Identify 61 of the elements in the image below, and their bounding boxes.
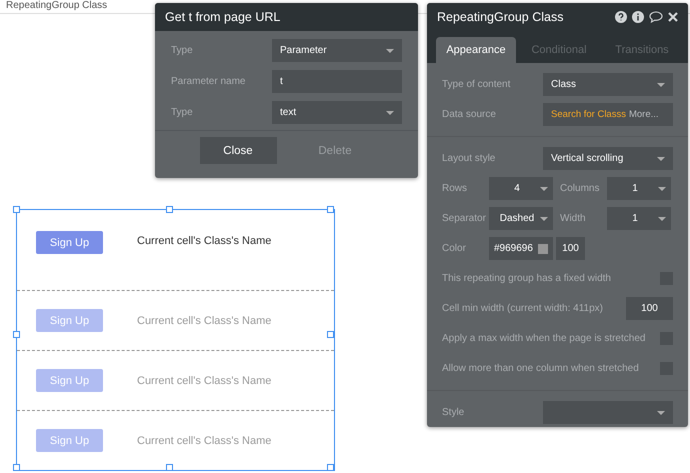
caret-icon (386, 110, 394, 114)
field-label: Type (171, 107, 194, 118)
resize-handle[interactable] (327, 464, 334, 471)
cell-text: Current cell's Class's Name (137, 374, 272, 386)
color-swatch (538, 244, 548, 254)
cell-text: Current cell's Class's Name (137, 234, 272, 247)
caret-icon (657, 410, 665, 414)
resize-handle[interactable] (327, 206, 334, 213)
caret-icon (657, 82, 665, 86)
page-title: RepeatingGroup Class (6, 0, 108, 12)
caret-icon (658, 216, 666, 220)
caret-icon (386, 48, 394, 52)
dialog-button[interactable]: Close (200, 137, 276, 164)
dropdown[interactable]: text (272, 101, 402, 124)
dropdown[interactable]: Parameter (272, 39, 402, 62)
dropdown[interactable]: Class (543, 73, 673, 96)
resize-handle[interactable] (166, 206, 173, 213)
caret-icon (540, 216, 548, 220)
resize-handle[interactable] (166, 464, 173, 471)
field-label: Apply a max width when the page is stretched (442, 333, 646, 344)
field-label: Separator (442, 213, 487, 224)
field-label: This repeating group has a fixed width (442, 273, 612, 284)
number-field[interactable]: 100 (626, 297, 673, 320)
dropdown[interactable]: 1 (607, 177, 671, 200)
comment-icon[interactable] (649, 11, 663, 23)
cell-text: Current cell's Class's Name (137, 434, 272, 446)
field-label: Parameter name (171, 76, 246, 87)
field-label: Rows (442, 183, 468, 194)
close-icon[interactable] (668, 12, 678, 22)
caret-icon (657, 156, 665, 160)
panel-title: RepeatingGroup Class (437, 10, 564, 24)
caret-icon (658, 186, 666, 190)
resize-handle[interactable] (327, 331, 334, 338)
resize-handle[interactable] (13, 331, 20, 338)
input-field[interactable]: t (272, 70, 402, 93)
dropdown[interactable]: Dashed (489, 207, 553, 230)
dropdown[interactable]: 4 (489, 177, 553, 200)
dropdown[interactable]: Vertical scrolling (543, 147, 673, 170)
field-label: Type (171, 45, 194, 56)
caret-icon (540, 186, 548, 190)
data-source-field[interactable]: Search for Classs More... (543, 103, 673, 126)
field-label: Data source (442, 109, 497, 120)
field-label: Type of content (442, 79, 512, 90)
field-label: Cell min width (current width: 411px) (442, 303, 604, 314)
tab[interactable]: Appearance (436, 37, 516, 63)
dropdown[interactable]: 1 (607, 207, 671, 230)
field-label: Allow more than one column when stretched (442, 363, 640, 374)
repeating-group[interactable]: Sign Up Current cell's Class's Name Sign Up Current cell's Class's Name Sign Up Current cell's Class's Name Sign Up Current cell's Class's Name (16, 209, 335, 471)
help-icon[interactable] (615, 11, 627, 23)
resize-handle[interactable] (13, 206, 20, 213)
field-label: Layout style (442, 153, 496, 164)
dialog-title: Get t from page URL (165, 10, 282, 24)
resize-handle[interactable] (13, 464, 20, 471)
field-label: Color (442, 243, 467, 254)
field-label: Style (442, 407, 466, 418)
field-label: Columns (559, 183, 600, 194)
field-label: Width (559, 213, 587, 224)
cell-text: Current cell's Class's Name (137, 314, 272, 326)
color-field[interactable]: #969696 (489, 237, 553, 260)
info-icon[interactable] (632, 11, 644, 23)
opacity-field[interactable]: 100 (556, 237, 585, 260)
